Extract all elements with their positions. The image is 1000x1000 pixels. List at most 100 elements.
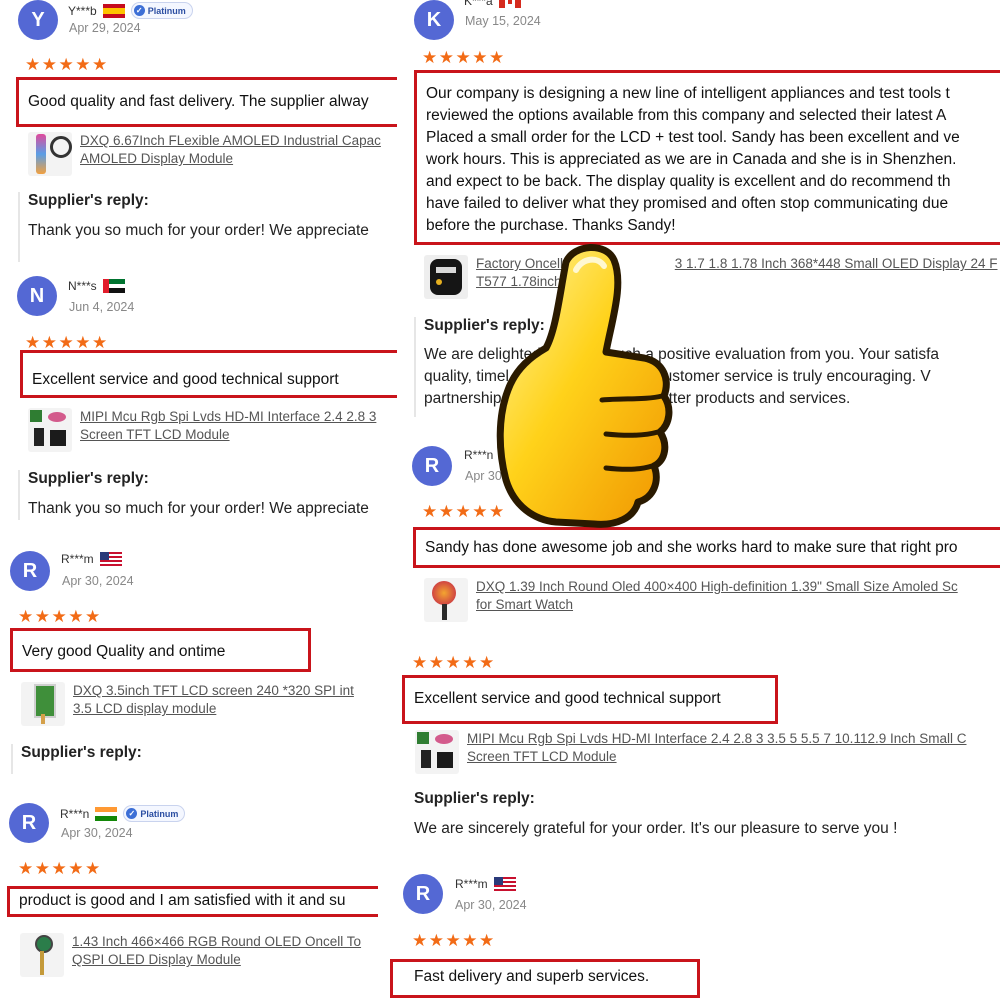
review-text-line: reviewed the options available from this… (426, 107, 947, 124)
review-text-line: Placed a small order for the LCD + test … (426, 129, 960, 146)
review-card: R R***n ✓ Platinum Apr 30, 2024 ★★★★★ pro… (0, 795, 378, 1000)
review-text-line: work hours. This is appreciated as we ar… (426, 151, 957, 168)
avatar: R (9, 803, 49, 843)
review-date: May 15, 2024 (465, 14, 541, 28)
review-text-highlight: Fast delivery and superb services. (390, 959, 700, 998)
reply-title: Supplier's reply: (28, 192, 149, 209)
product-title-line[interactable]: 3.5 LCD display module (73, 700, 354, 718)
shield-check-icon: ✓ (133, 5, 145, 16)
review-text: product is good and I am satisfied with … (19, 892, 346, 909)
review-date: Apr 30, 2024 (61, 826, 133, 840)
thumbs-up-icon (496, 244, 673, 528)
usa-flag-icon (99, 552, 122, 566)
review-text-highlight: Excellent service and good technical sup… (402, 675, 778, 724)
product-link[interactable]: DXQ 1.39 Inch Round Oled 400×400 High-de… (424, 578, 958, 622)
star-rating: ★★★★★ (18, 607, 102, 626)
review-text: Very good Quality and ontime (22, 643, 226, 660)
review-text-highlight: product is good and I am satisfied with … (7, 886, 378, 917)
avatar: N (17, 276, 57, 316)
review-text-highlight: Good quality and fast delivery. The supp… (16, 77, 397, 127)
reply-text: Thank you so much for your order! We app… (28, 500, 369, 517)
review-text: Fast delivery and superb services. (414, 968, 650, 985)
product-link[interactable]: MIPI Mcu Rgb Spi Lvds HD-MI Interface 2.… (28, 408, 376, 452)
review-date: Jun 4, 2024 (69, 300, 135, 314)
product-title-line[interactable]: AMOLED Display Module (80, 150, 381, 168)
platinum-badge: ✓ Platinum (130, 2, 193, 19)
usa-flag-icon (493, 877, 516, 891)
review-text-highlight: Sandy has done awesome job and she works… (413, 527, 1000, 568)
reviewer-name: R***n (464, 448, 494, 462)
supplier-reply: Supplier's reply: We are sincerely grate… (404, 790, 897, 848)
reviewer-name: R***m (455, 877, 488, 891)
reviewer-name-row: Y***b ✓ Platinum (68, 2, 193, 19)
review-text-line: and expect to be back. The display quali… (426, 173, 951, 190)
product-title-line[interactable]: 3 1.7 1.8 1.78 Inch 368*448 Small OLED D… (675, 256, 998, 271)
product-link[interactable]: 1.43 Inch 466×466 RGB Round OLED Oncell … (20, 933, 361, 977)
star-rating: ★★★★★ (412, 653, 496, 672)
reply-text: Thank you so much for your order! We app… (28, 222, 369, 239)
review-text-highlight: Excellent service and good technical sup… (20, 350, 397, 398)
reply-text-fragment: partnership (424, 390, 502, 407)
review-text-line: have failed to deliver what they promise… (426, 195, 949, 212)
product-link[interactable]: DXQ 3.5inch TFT LCD screen 240 *320 SPI … (21, 682, 354, 726)
review-text: Good quality and fast delivery. The supp… (28, 93, 369, 110)
product-link[interactable]: DXQ 6.67Inch FLexible AMOLED Industrial … (28, 132, 381, 176)
star-rating: ★★★★★ (25, 333, 109, 352)
product-thumbnail (415, 730, 459, 774)
uae-flag-icon (102, 279, 125, 293)
canada-flag-icon (498, 0, 521, 8)
star-rating: ★★★★★ (412, 931, 496, 950)
supplier-reply: Supplier's reply: We are delighted to suc… (414, 317, 939, 417)
reviewer-name-row: R***n (464, 448, 493, 462)
reviewer-name-row: R***m (455, 877, 516, 891)
star-rating: ★★★★★ (18, 859, 102, 878)
reply-title: Supplier's reply: (21, 744, 142, 761)
reviewer-name: K***a (464, 0, 493, 8)
reply-text: We are sincerely grateful for your order… (414, 820, 898, 837)
review-text-highlight: Our company is designing a new line of i… (414, 70, 1000, 245)
review-text: Sandy has done awesome job and she works… (425, 539, 958, 556)
india-flag-icon (95, 806, 118, 821)
product-title-line[interactable]: DXQ 3.5inch TFT LCD screen 240 *320 SPI … (73, 682, 354, 700)
supplier-reply: Supplier's reply: Thank you so much for … (18, 470, 369, 520)
review-card: R R***m Apr 30, 2024 ★★★★★ Fast delivery… (390, 870, 1000, 1000)
review-date: Apr 30, 2024 (455, 898, 527, 912)
avatar: R (10, 551, 50, 591)
product-link[interactable]: MIPI Mcu Rgb Spi Lvds HD-MI Interface 2.… (415, 730, 967, 774)
product-thumbnail (28, 408, 72, 452)
product-title-line[interactable]: QSPI OLED Display Module (72, 951, 361, 969)
reviewer-name-row: R***n ✓ Platinum (60, 805, 186, 822)
review-card: ★★★★★ Excellent service and good technic… (402, 650, 1000, 850)
shield-check-icon: ✓ (126, 808, 138, 819)
review-text: Excellent service and good technical sup… (414, 690, 721, 707)
review-card: N N***s Jun 4, 2024 ★★★★★ Excellent serv… (0, 270, 397, 520)
spain-flag-icon (102, 3, 125, 18)
star-rating: ★★★★★ (25, 55, 109, 74)
review-text: Excellent service and good technical sup… (32, 371, 339, 388)
product-title-line[interactable]: MIPI Mcu Rgb Spi Lvds HD-MI Interface 2.… (80, 408, 376, 426)
product-title-line[interactable]: 1.43 Inch 466×466 RGB Round OLED Oncell … (72, 933, 361, 951)
avatar: K (414, 0, 454, 40)
review-text-highlight: Very good Quality and ontime (10, 628, 311, 672)
supplier-reply: Supplier's reply: (11, 744, 142, 774)
avatar: R (412, 446, 452, 486)
product-thumbnail (424, 255, 468, 299)
product-title-line[interactable]: DXQ 6.67Inch FLexible AMOLED Industrial … (80, 132, 381, 150)
review-text-line: Our company is designing a new line of i… (426, 85, 950, 102)
product-title-line[interactable]: Screen TFT LCD Module (467, 748, 967, 766)
product-title-line[interactable]: Screen TFT LCD Module (80, 426, 376, 444)
avatar: Y (18, 0, 58, 40)
product-thumbnail (424, 578, 468, 622)
review-card: Y Y***b ✓ Platinum Apr 29, 2024 ★★★★★ Goo… (0, 0, 397, 262)
reviewer-name: R***n (60, 806, 90, 821)
product-thumbnail (20, 933, 64, 977)
platinum-badge: ✓ Platinum (123, 805, 186, 822)
review-text-line: before the purchase. Thanks Sandy! (426, 217, 676, 234)
reviewer-name: N***s (68, 279, 97, 293)
product-title-line[interactable]: MIPI Mcu Rgb Spi Lvds HD-MI Interface 2.… (467, 730, 967, 748)
star-rating: ★★★★★ (422, 48, 506, 67)
reply-title: Supplier's reply: (414, 790, 535, 807)
product-title-line[interactable]: DXQ 1.39 Inch Round Oled 400×400 High-de… (476, 578, 958, 596)
product-title-line[interactable]: for Smart Watch (476, 596, 958, 614)
reviewer-name: Y***b (68, 3, 97, 18)
